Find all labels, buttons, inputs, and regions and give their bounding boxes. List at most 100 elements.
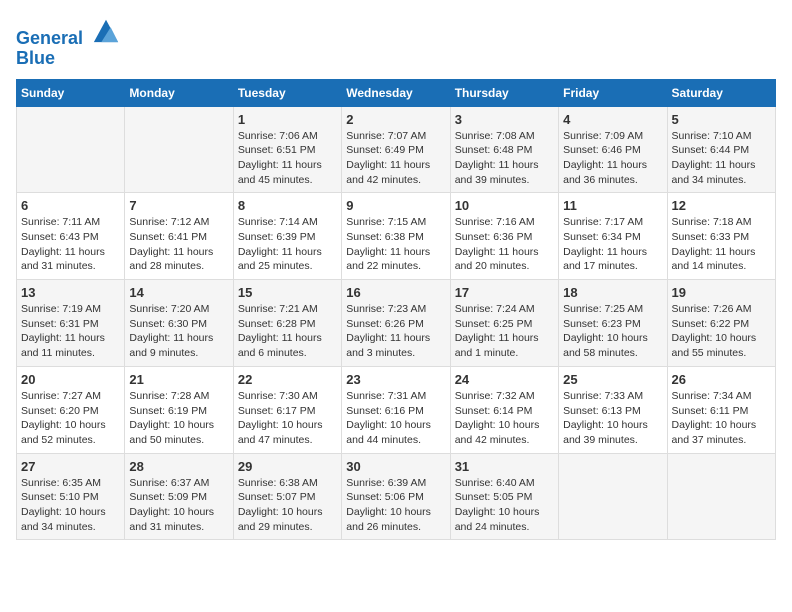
day-info: Sunrise: 7:25 AMSunset: 6:23 PMDaylight:… (563, 302, 662, 361)
day-info: Sunrise: 6:38 AMSunset: 5:07 PMDaylight:… (238, 476, 337, 535)
day-of-week-header: Saturday (667, 79, 775, 106)
day-number: 21 (129, 372, 228, 387)
calendar-cell: 23 Sunrise: 7:31 AMSunset: 6:16 PMDayligh… (342, 366, 450, 453)
day-info: Sunrise: 7:15 AMSunset: 6:38 PMDaylight:… (346, 215, 445, 274)
day-info: Sunrise: 7:11 AMSunset: 6:43 PMDaylight:… (21, 215, 120, 274)
calendar-cell (125, 106, 233, 193)
day-info: Sunrise: 7:27 AMSunset: 6:20 PMDaylight:… (21, 389, 120, 448)
calendar-week-row: 6Sunrise: 7:11 AMSunset: 6:43 PMDaylight… (17, 193, 776, 280)
day-number: 13 (21, 285, 120, 300)
day-info: Sunrise: 7:23 AMSunset: 6:26 PMDaylight:… (346, 302, 445, 361)
day-number: 8 (238, 198, 337, 213)
day-number: 20 (21, 372, 120, 387)
calendar-cell: 27Sunrise: 6:35 AMSunset: 5:10 PMDayligh… (17, 453, 125, 540)
calendar-cell: 6Sunrise: 7:11 AMSunset: 6:43 PMDaylight… (17, 193, 125, 280)
calendar-week-row: 20 Sunrise: 7:27 AMSunset: 6:20 PMDayligh… (17, 366, 776, 453)
day-number: 17 (455, 285, 554, 300)
day-number: 29 (238, 459, 337, 474)
day-of-week-header: Thursday (450, 79, 558, 106)
day-number: 12 (672, 198, 771, 213)
calendar-table: SundayMondayTuesdayWednesdayThursdayFrid… (16, 79, 776, 541)
day-info: Sunrise: 7:17 AMSunset: 6:34 PMDaylight:… (563, 215, 662, 274)
calendar-cell: 3Sunrise: 7:08 AMSunset: 6:48 PMDaylight… (450, 106, 558, 193)
calendar-cell: 10 Sunrise: 7:16 AMSunset: 6:36 PMDayligh… (450, 193, 558, 280)
day-info: Sunrise: 7:33 AMSunset: 6:13 PMDaylight:… (563, 389, 662, 448)
day-info: Sunrise: 7:12 AMSunset: 6:41 PMDaylight:… (129, 215, 228, 274)
day-info: Sunrise: 7:21 AMSunset: 6:28 PMDaylight:… (238, 302, 337, 361)
day-info: Sunrise: 7:06 AMSunset: 6:51 PMDaylight:… (238, 129, 337, 188)
day-number: 30 (346, 459, 445, 474)
day-number: 9 (346, 198, 445, 213)
day-number: 24 (455, 372, 554, 387)
calendar-cell: 18Sunrise: 7:25 AMSunset: 6:23 PMDayligh… (559, 280, 667, 367)
calendar-cell: 20 Sunrise: 7:27 AMSunset: 6:20 PMDayligh… (17, 366, 125, 453)
calendar-cell: 1 Sunrise: 7:06 AMSunset: 6:51 PMDaylight… (233, 106, 341, 193)
day-info: Sunrise: 7:34 AMSunset: 6:11 PMDaylight:… (672, 389, 771, 448)
day-info: Sunrise: 7:07 AMSunset: 6:49 PMDaylight:… (346, 129, 445, 188)
day-number: 10 (455, 198, 554, 213)
calendar-cell: 16 Sunrise: 7:23 AMSunset: 6:26 PMDayligh… (342, 280, 450, 367)
day-info: Sunrise: 7:30 AMSunset: 6:17 PMDaylight:… (238, 389, 337, 448)
day-of-week-header: Wednesday (342, 79, 450, 106)
day-info: Sunrise: 7:20 AMSunset: 6:30 PMDaylight:… (129, 302, 228, 361)
day-number: 16 (346, 285, 445, 300)
calendar-cell: 29 Sunrise: 6:38 AMSunset: 5:07 PMDayligh… (233, 453, 341, 540)
day-of-week-header: Tuesday (233, 79, 341, 106)
calendar-cell: 11 Sunrise: 7:17 AMSunset: 6:34 PMDayligh… (559, 193, 667, 280)
day-number: 28 (129, 459, 228, 474)
day-info: Sunrise: 7:28 AMSunset: 6:19 PMDaylight:… (129, 389, 228, 448)
day-info: Sunrise: 7:10 AMSunset: 6:44 PMDaylight:… (672, 129, 771, 188)
day-info: Sunrise: 7:26 AMSunset: 6:22 PMDaylight:… (672, 302, 771, 361)
day-info: Sunrise: 6:35 AMSunset: 5:10 PMDaylight:… (21, 476, 120, 535)
calendar-cell: 14Sunrise: 7:20 AMSunset: 6:30 PMDayligh… (125, 280, 233, 367)
calendar-cell: 8 Sunrise: 7:14 AMSunset: 6:39 PMDaylight… (233, 193, 341, 280)
calendar-cell: 25 Sunrise: 7:33 AMSunset: 6:13 PMDayligh… (559, 366, 667, 453)
day-info: Sunrise: 7:31 AMSunset: 6:16 PMDaylight:… (346, 389, 445, 448)
day-number: 15 (238, 285, 337, 300)
day-number: 1 (238, 112, 337, 127)
calendar-cell: 2Sunrise: 7:07 AMSunset: 6:49 PMDaylight… (342, 106, 450, 193)
day-info: Sunrise: 7:09 AMSunset: 6:46 PMDaylight:… (563, 129, 662, 188)
day-number: 23 (346, 372, 445, 387)
calendar-cell: 13 Sunrise: 7:19 AMSunset: 6:31 PMDayligh… (17, 280, 125, 367)
day-number: 22 (238, 372, 337, 387)
logo-general: General (16, 28, 83, 48)
calendar-cell: 12Sunrise: 7:18 AMSunset: 6:33 PMDayligh… (667, 193, 775, 280)
calendar-cell: 9 Sunrise: 7:15 AMSunset: 6:38 PMDaylight… (342, 193, 450, 280)
day-number: 4 (563, 112, 662, 127)
day-info: Sunrise: 6:37 AMSunset: 5:09 PMDaylight:… (129, 476, 228, 535)
calendar-week-row: 27Sunrise: 6:35 AMSunset: 5:10 PMDayligh… (17, 453, 776, 540)
day-number: 7 (129, 198, 228, 213)
day-info: Sunrise: 7:16 AMSunset: 6:36 PMDaylight:… (455, 215, 554, 274)
day-number: 19 (672, 285, 771, 300)
calendar-week-row: 13 Sunrise: 7:19 AMSunset: 6:31 PMDayligh… (17, 280, 776, 367)
calendar-cell: 26Sunrise: 7:34 AMSunset: 6:11 PMDayligh… (667, 366, 775, 453)
day-info: Sunrise: 7:14 AMSunset: 6:39 PMDaylight:… (238, 215, 337, 274)
day-of-week-header: Monday (125, 79, 233, 106)
calendar-cell: 24Sunrise: 7:32 AMSunset: 6:14 PMDayligh… (450, 366, 558, 453)
calendar-cell: 21 Sunrise: 7:28 AMSunset: 6:19 PMDayligh… (125, 366, 233, 453)
day-info: Sunrise: 7:19 AMSunset: 6:31 PMDaylight:… (21, 302, 120, 361)
calendar-cell: 30 Sunrise: 6:39 AMSunset: 5:06 PMDayligh… (342, 453, 450, 540)
logo: General Blue (16, 16, 120, 69)
page-header: General Blue (16, 16, 776, 69)
day-number: 3 (455, 112, 554, 127)
calendar-cell: 7 Sunrise: 7:12 AMSunset: 6:41 PMDaylight… (125, 193, 233, 280)
calendar-cell: 4 Sunrise: 7:09 AMSunset: 6:46 PMDaylight… (559, 106, 667, 193)
day-info: Sunrise: 7:24 AMSunset: 6:25 PMDaylight:… (455, 302, 554, 361)
day-number: 11 (563, 198, 662, 213)
day-info: Sunrise: 6:39 AMSunset: 5:06 PMDaylight:… (346, 476, 445, 535)
day-number: 5 (672, 112, 771, 127)
day-info: Sunrise: 6:40 AMSunset: 5:05 PMDaylight:… (455, 476, 554, 535)
calendar-cell: 15 Sunrise: 7:21 AMSunset: 6:28 PMDayligh… (233, 280, 341, 367)
calendar-cell (17, 106, 125, 193)
day-number: 31 (455, 459, 554, 474)
calendar-cell (559, 453, 667, 540)
day-of-week-header: Friday (559, 79, 667, 106)
logo-blue: Blue (16, 49, 120, 69)
calendar-cell: 17 Sunrise: 7:24 AMSunset: 6:25 PMDayligh… (450, 280, 558, 367)
calendar-header-row: SundayMondayTuesdayWednesdayThursdayFrid… (17, 79, 776, 106)
calendar-week-row: 1 Sunrise: 7:06 AMSunset: 6:51 PMDaylight… (17, 106, 776, 193)
logo-text: General (16, 16, 120, 49)
day-number: 25 (563, 372, 662, 387)
